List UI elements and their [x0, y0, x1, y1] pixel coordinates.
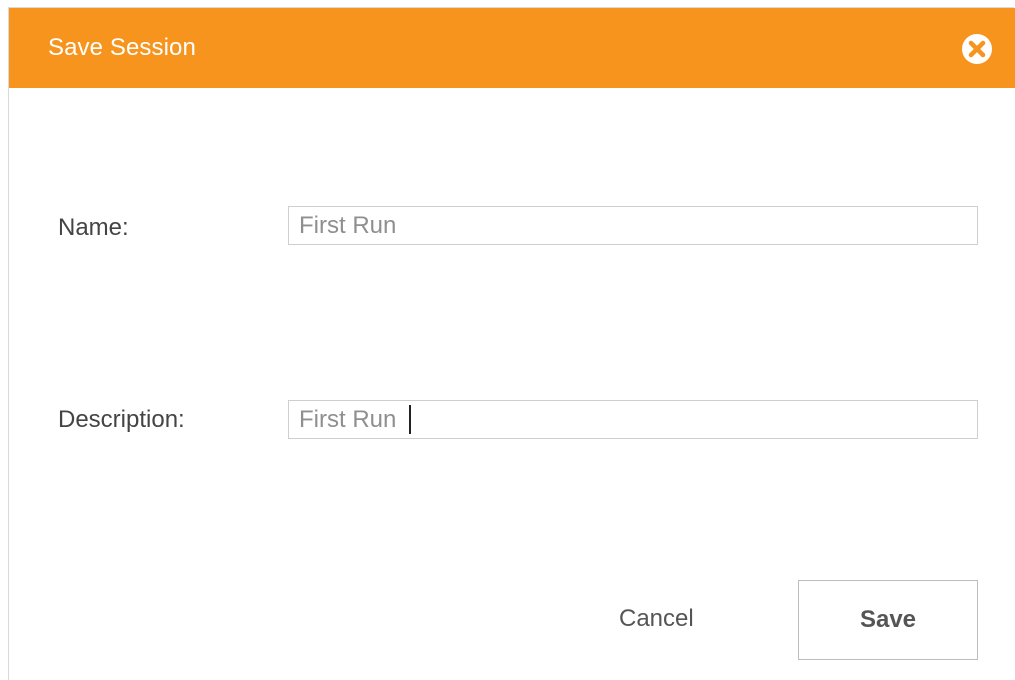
dialog-title: Save Session	[48, 34, 196, 61]
name-field[interactable]	[288, 206, 978, 245]
text-caret	[409, 405, 411, 434]
name-label: Name:	[58, 214, 129, 241]
description-label: Description:	[58, 406, 185, 433]
description-field[interactable]	[288, 400, 978, 439]
save-button[interactable]: Save	[798, 580, 978, 660]
dialog-titlebar: Save Session	[9, 8, 1015, 88]
close-circle-icon	[962, 34, 992, 64]
save-session-dialog: Save Session Name: Description: Cancel S…	[8, 7, 1015, 680]
close-button[interactable]	[960, 32, 994, 66]
cancel-button[interactable]: Cancel	[619, 605, 694, 633]
